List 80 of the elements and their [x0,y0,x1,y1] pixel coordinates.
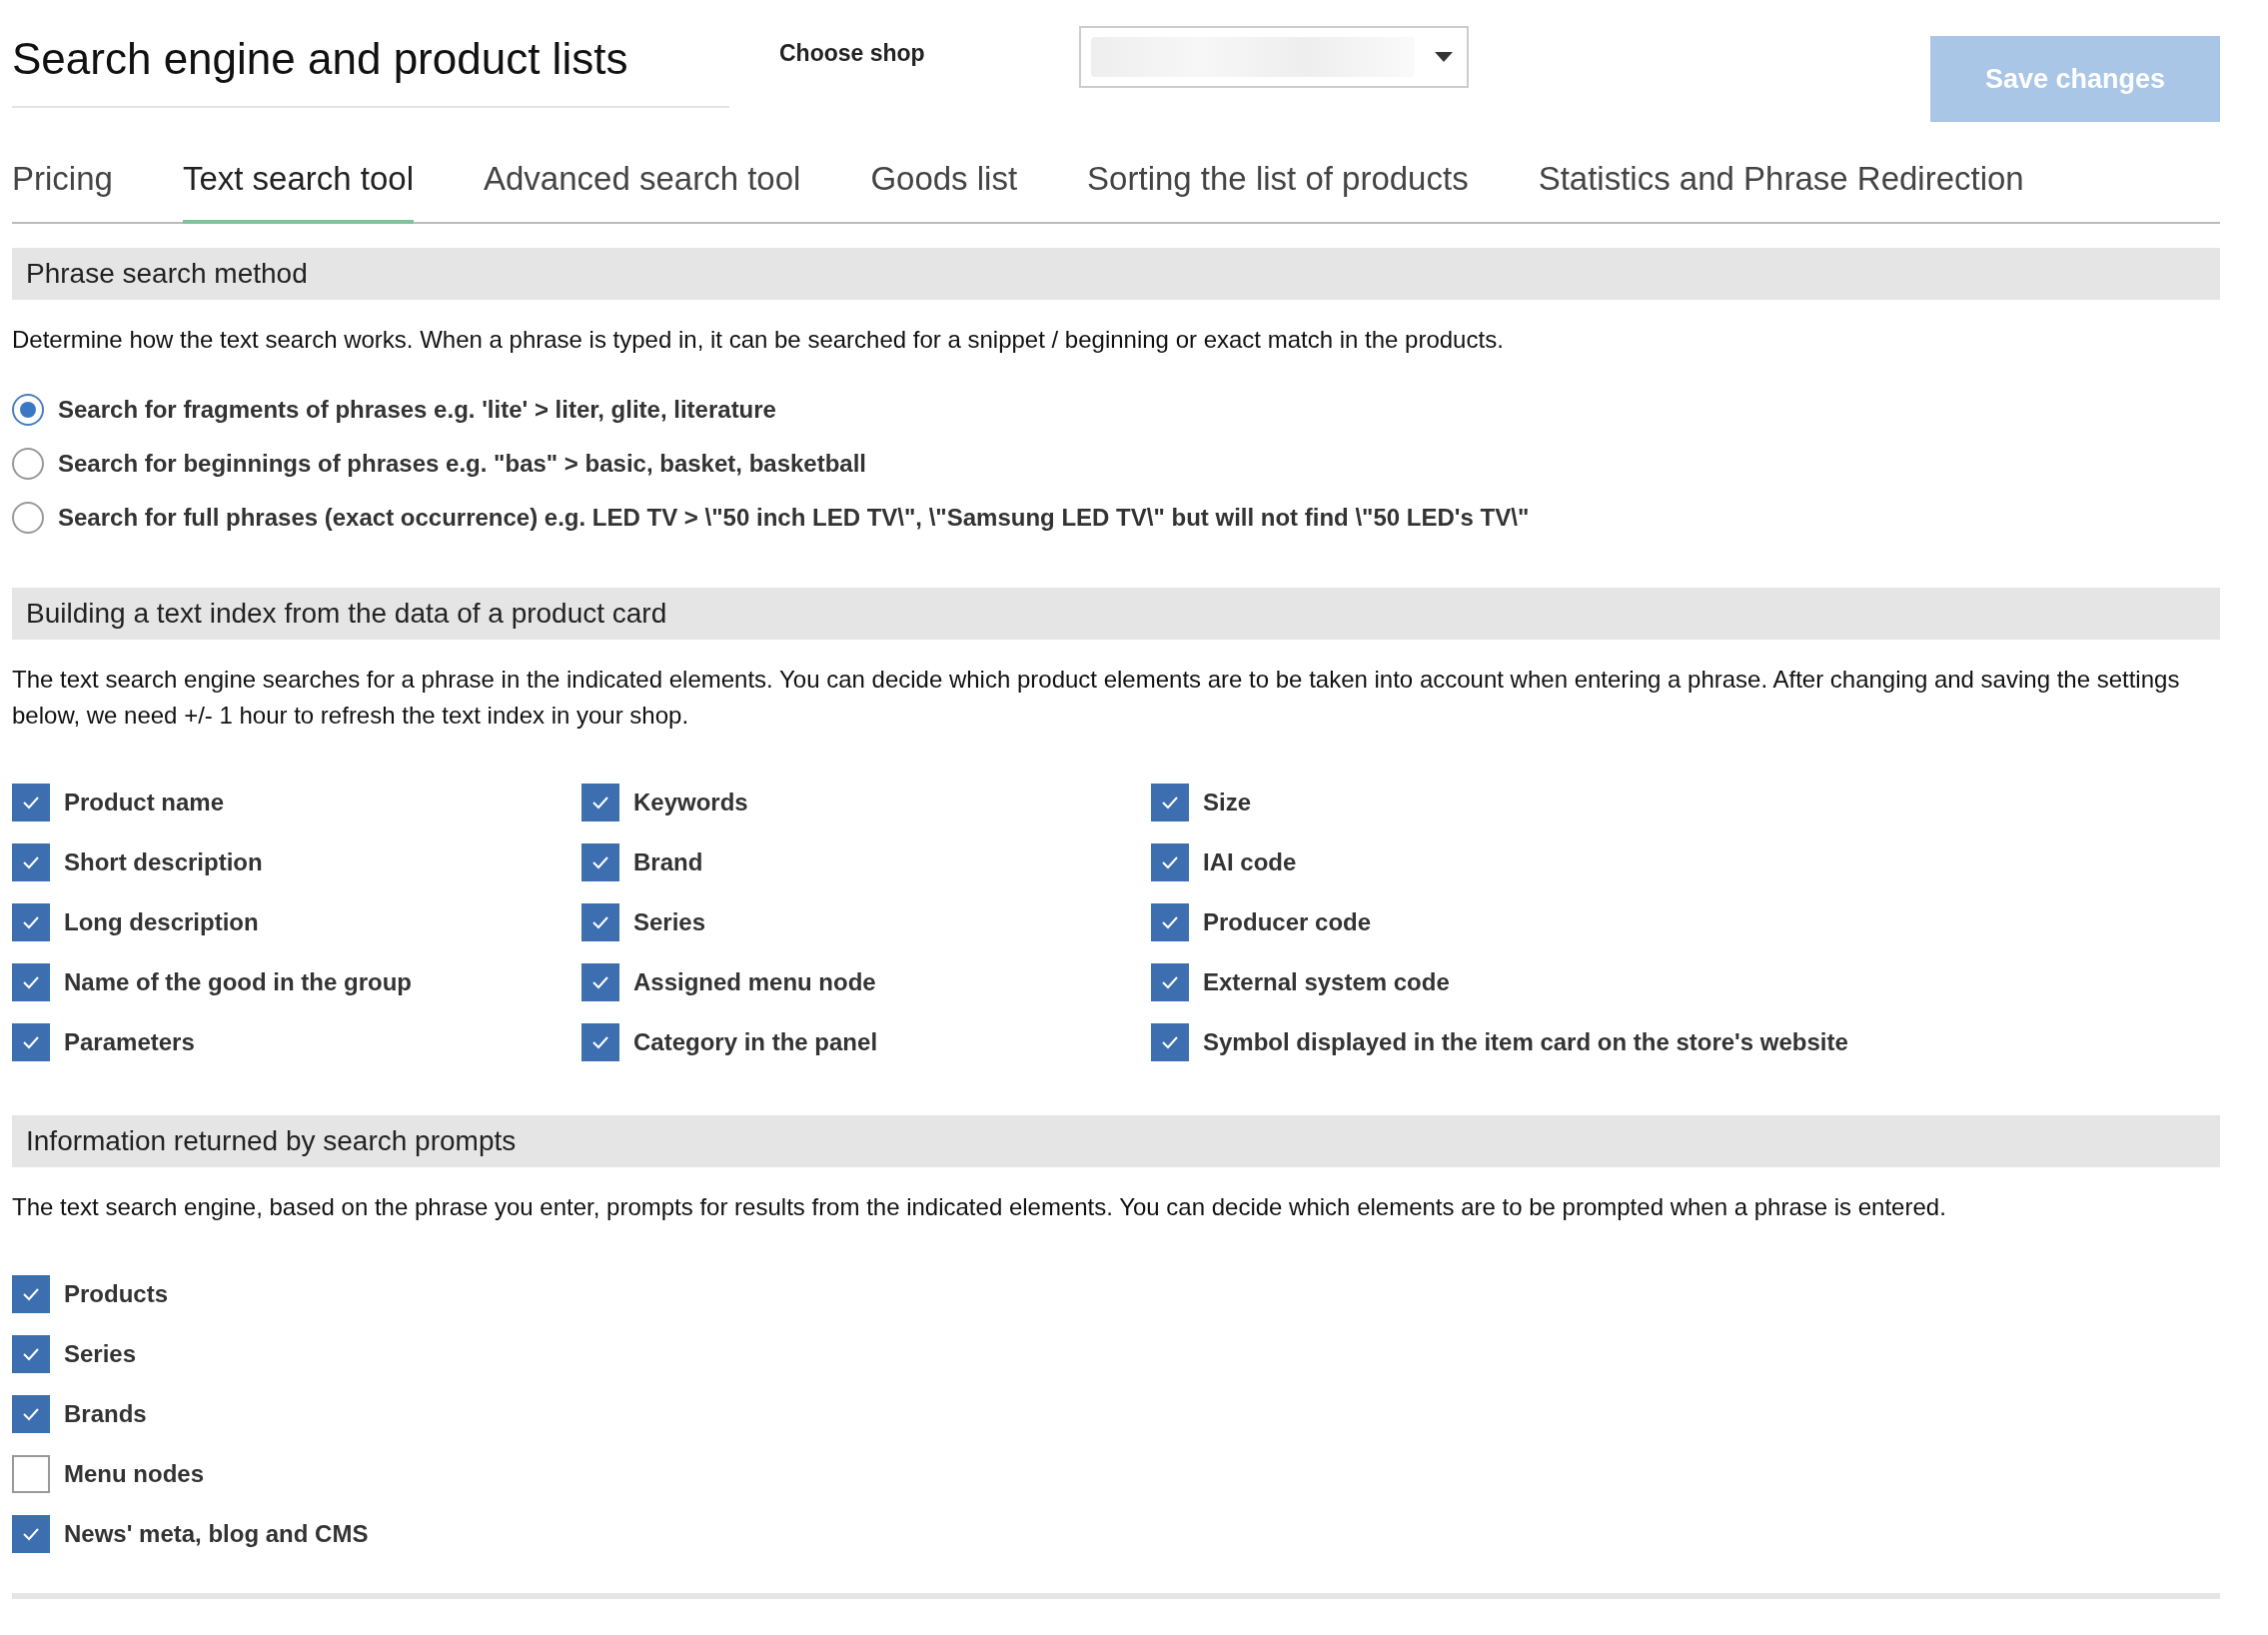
option-label: IAI code [1203,848,1297,876]
check-icon [21,854,41,870]
checkbox[interactable] [12,963,50,1001]
check-icon [21,795,41,811]
option-label: Producer code [1203,908,1372,936]
checkbox[interactable] [12,903,50,941]
check-icon [1160,854,1180,870]
option-label: Short description [64,848,263,876]
check-icon [590,914,610,930]
checkbox[interactable] [1151,784,1189,821]
check-icon [21,1034,41,1050]
radio-button[interactable] [12,394,44,426]
check-icon [1160,914,1180,930]
tab[interactable]: Sorting the list of products [1087,138,1469,224]
option-label: Parameters [64,1028,195,1056]
checkbox[interactable] [581,784,619,821]
tab[interactable]: Goods list [870,138,1018,224]
option-label: Keywords [633,789,748,817]
check-icon [590,974,610,990]
option-label: Series [64,1340,137,1368]
checkbox[interactable] [1151,903,1189,941]
option-label: Name of the good in the group [64,968,412,996]
caret-icon [1435,52,1453,62]
tab[interactable]: Pricing [12,138,113,224]
checkbox[interactable] [1151,963,1189,1001]
checkbox[interactable] [12,1395,50,1433]
shop-label: Choose shop [779,40,926,67]
check-icon [21,1346,41,1362]
checkbox[interactable] [12,1515,50,1553]
section-description: The text search engine, based on the phrase you enter, prompts for results from the indicated elements. You can decide which elements are to be prompted when a phrase is entered. [12,1192,1947,1222]
option-label: Assigned menu node [633,968,876,996]
section-description: Determine how the text search works. When a phrase is typed in, it can be searched for a snippet / beginning or exact match in the products. [12,325,1505,355]
radio-button[interactable] [12,448,44,480]
tab[interactable]: Text search tool [182,138,414,224]
checkbox[interactable] [12,1455,50,1493]
option-label: Product name [64,789,225,817]
check-icon [21,974,41,990]
checkbox[interactable] [581,963,619,1001]
option-label: Brands [64,1400,147,1428]
check-icon [590,1034,610,1050]
check-icon [21,914,41,930]
check-icon [1160,974,1180,990]
check-icon [1160,795,1180,811]
option-label: Brand [633,848,703,876]
checkbox[interactable] [581,1023,619,1061]
checkbox[interactable] [12,1335,50,1373]
option-label: Symbol displayed in the item card on the store's website [1203,1028,1848,1056]
check-icon [1160,1034,1180,1050]
tab[interactable]: Statistics and Phrase Redirection [1538,138,2024,224]
check-icon [590,854,610,870]
check-icon [590,795,610,811]
option-label: News' meta, blog and CMS [64,1520,369,1548]
section-description: The text search engine searches for a phrase in the indicated elements. You can decide which product elements are to be taken into account when entering a phrase. After changing and saving the settings below, we need +/- 1 hour to refresh the text index in your shop. [12,665,2181,731]
checkbox[interactable] [12,843,50,881]
option-label: Search for beginnings of phrases e.g. "bas" > basic, basket, basketball [58,450,867,478]
option-label: Menu nodes [64,1460,204,1488]
check-icon [21,1526,41,1542]
option-label: Category in the panel [633,1028,878,1056]
option-label: Search for fragments of phrases e.g. 'lite' > liter, glite, literature [58,396,776,424]
checkbox[interactable] [581,903,619,941]
radio-button[interactable] [12,502,44,534]
option-label: Search for full phrases (exact occurrence) e.g. LED TV > \"50 inch LED TV\", \"Samsung LED TV\" but will not find \"50 LED's TV\" [58,504,1530,532]
checkbox[interactable] [12,1275,50,1313]
check-icon [21,1406,41,1422]
option-label: Long description [64,908,259,936]
option-label: Products [64,1280,168,1308]
checkbox[interactable] [581,843,619,881]
checkbox[interactable] [12,1023,50,1061]
option-label: Size [1203,789,1252,817]
checkbox[interactable] [12,784,50,821]
page-title: Search engine and product lists [12,34,629,84]
option-label: External system code [1203,968,1450,996]
section-header: Information returned by search prompts [12,1115,2220,1167]
checkbox[interactable] [1151,1023,1189,1061]
option-label: Series [633,908,706,936]
section-header: Building a text index from the data of a product card [12,588,2220,640]
check-icon [21,1286,41,1302]
section-header: Phrase search method [12,248,2220,300]
checkbox[interactable] [1151,843,1189,881]
tab[interactable]: Advanced search tool [484,138,801,224]
